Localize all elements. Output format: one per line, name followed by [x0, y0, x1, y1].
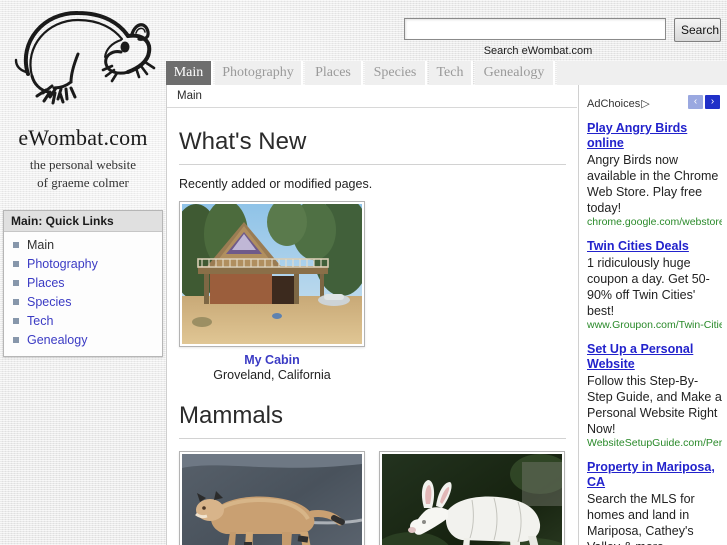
sidebar-item-label: Species: [27, 295, 72, 309]
bobcat-photo[interactable]: [182, 454, 362, 545]
ad-title-link[interactable]: Set Up a Personal Website: [587, 342, 722, 372]
ad-sidebar: AdChoices▷ ‹ › Play Angry Birds online A…: [578, 85, 727, 545]
site-tagline-line2: of graeme colmer: [37, 175, 129, 190]
whats-new-heading: What's New: [179, 128, 566, 165]
bullet-icon: [13, 280, 19, 286]
tab-places[interactable]: Places: [305, 61, 363, 85]
tab-main[interactable]: Main: [166, 61, 213, 85]
bullet-icon: [13, 261, 19, 267]
ad-next-arrow-icon[interactable]: ›: [705, 95, 720, 109]
cabin-thumbnail-frame[interactable]: [179, 201, 365, 347]
tab-species[interactable]: Species: [365, 61, 427, 85]
bullet-icon: [13, 337, 19, 343]
ad-display-url: chrome.google.com/webstore: [587, 216, 722, 228]
tab-genealogy[interactable]: Genealogy: [475, 61, 555, 85]
ad-body: Angry Birds now available in the Chrome …: [587, 153, 719, 215]
cabin-photo[interactable]: [182, 204, 362, 344]
ad-display-url: www.Groupon.com/Twin-Cities: [587, 319, 722, 331]
cabin-thumbnail-item: My Cabin Groveland, California: [179, 201, 365, 382]
tab-photography[interactable]: Photography: [215, 61, 303, 85]
sidebar-item-genealogy[interactable]: Genealogy: [4, 331, 162, 350]
content-panel: Main What's New Recently added or modifi…: [166, 85, 727, 545]
left-column: eWombat.com the personal website of grae…: [0, 0, 166, 545]
search-input[interactable]: [404, 18, 666, 40]
sidebar-item-main[interactable]: Main: [4, 236, 162, 255]
ad-body: Follow this Step-By-Step Guide, and Make…: [587, 374, 722, 436]
white-deer-thumbnail-frame[interactable]: [378, 451, 565, 545]
site-tagline-line1: the personal website: [29, 157, 137, 172]
site-branding: eWombat.com the personal website of grae…: [0, 0, 166, 200]
adchoices-icon[interactable]: ▷: [641, 97, 649, 110]
sidebar-item-tech[interactable]: Tech: [4, 312, 162, 331]
sidebar-item-label: Places: [27, 276, 65, 290]
adchoices-label[interactable]: AdChoices: [587, 98, 640, 110]
bullet-icon: [13, 299, 19, 305]
ad-display-url: WebsiteSetupGuide.com/Per: [587, 437, 722, 449]
sidebar-item-places[interactable]: Places: [4, 274, 162, 293]
site-search: Search Search eWombat.com: [404, 18, 724, 64]
sidebar-item-label: Photography: [27, 257, 98, 271]
breadcrumb[interactable]: Main: [167, 85, 577, 108]
ad-title-link[interactable]: Twin Cities Deals: [587, 239, 722, 254]
ad-unit: Set Up a Personal Website Follow this St…: [587, 342, 722, 450]
ad-body: Search the MLS for homes and land in Mar…: [587, 492, 695, 545]
sidebar-item-label: Genealogy: [27, 333, 88, 347]
quick-links-header: Main: Quick Links: [4, 211, 162, 232]
bullet-icon: [13, 242, 19, 248]
wombat-logo-icon: [14, 10, 156, 105]
ad-unit: Twin Cities Deals 1 ridiculously huge co…: [587, 239, 722, 332]
ad-title-link[interactable]: Property in Mariposa, CA: [587, 460, 722, 490]
intro-text: Recently added or modified pages.: [179, 177, 373, 191]
tab-tech[interactable]: Tech: [429, 61, 473, 85]
mammals-thumbnail-row: [179, 451, 566, 545]
adchoices-row: AdChoices▷ ‹ ›: [587, 95, 722, 113]
sidebar-item-label: Main: [27, 238, 55, 252]
quick-links-panel: Main: Quick Links Main Photography Place…: [3, 210, 163, 357]
sidebar-item-species[interactable]: Species: [4, 293, 162, 312]
ad-title-link[interactable]: Play Angry Birds online: [587, 121, 722, 151]
cabin-caption-location: Groveland, California: [213, 368, 331, 382]
cabin-caption-link[interactable]: My Cabin: [179, 353, 365, 367]
ad-unit: Property in Mariposa, CA Search the MLS …: [587, 460, 722, 545]
ad-unit: Play Angry Birds online Angry Birds now …: [587, 121, 722, 229]
search-button[interactable]: Search: [674, 18, 721, 42]
sidebar-item-photography[interactable]: Photography: [4, 255, 162, 274]
mammals-heading: Mammals: [179, 402, 566, 439]
search-caption: Search eWombat.com: [483, 45, 593, 57]
bullet-icon: [13, 318, 19, 324]
site-title: eWombat.com: [18, 125, 148, 150]
quick-links-list: Main Photography Places Species Tech Gen…: [4, 232, 162, 356]
ad-prev-arrow-icon[interactable]: ‹: [688, 95, 703, 109]
primary-tab-bar: Main Photography Places Species Tech Gen…: [166, 61, 727, 85]
tab-bar-filler: [557, 61, 727, 85]
white-deer-photo[interactable]: [381, 454, 562, 545]
sidebar-item-label: Tech: [27, 314, 54, 328]
bobcat-thumbnail-frame[interactable]: [179, 451, 365, 545]
main-content: What's New Recently added or modified pa…: [167, 108, 578, 545]
ad-body: 1 ridiculously huge coupon a day. Get 50…: [587, 256, 710, 318]
